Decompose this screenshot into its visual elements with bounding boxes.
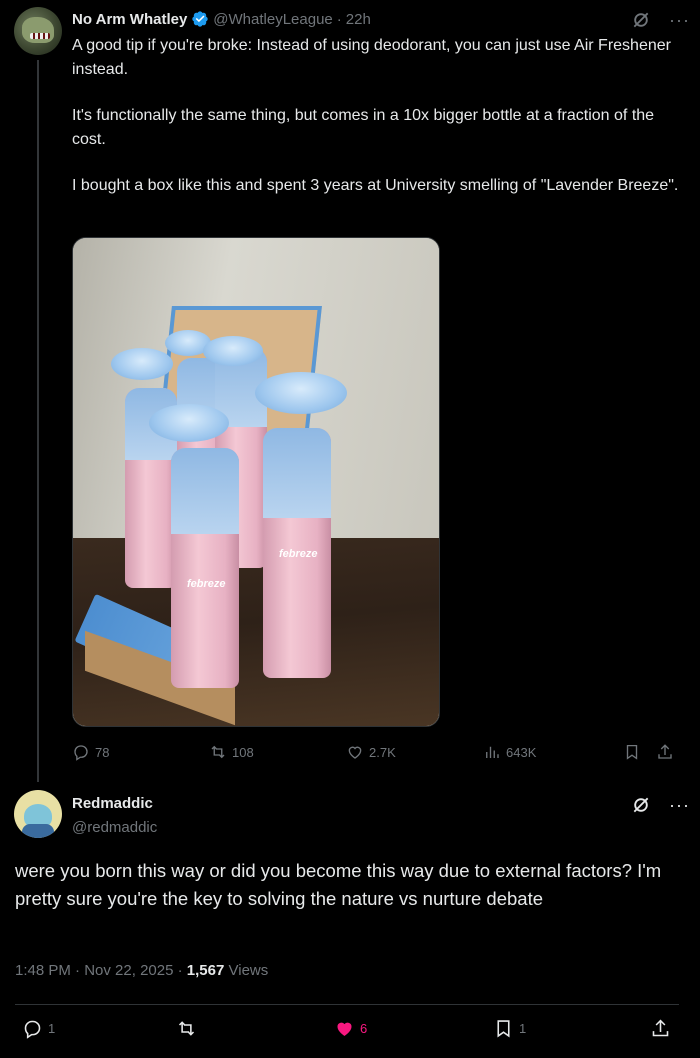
share-icon xyxy=(652,1019,669,1037)
bookmark-button[interactable]: 1 xyxy=(493,1018,526,1039)
repost-button[interactable] xyxy=(176,1018,197,1039)
reply-author-handle[interactable]: @redmaddic xyxy=(72,819,157,836)
author-handle[interactable]: @WhatleyLeague xyxy=(213,11,332,28)
more-icon[interactable]: ··· xyxy=(669,796,690,814)
heart-icon xyxy=(348,746,362,759)
views-button[interactable]: 643K xyxy=(483,743,536,761)
reply-views-count: 1,567 xyxy=(186,962,225,979)
reply-views-label: Views xyxy=(228,962,269,979)
reply-button[interactable]: 1 xyxy=(22,1018,55,1039)
reply-count: 78 xyxy=(95,744,110,760)
bookmark-icon xyxy=(497,1020,510,1038)
reply-date[interactable]: Nov 22, 2025 xyxy=(84,962,173,979)
bookmark-icon xyxy=(626,744,638,760)
repost-icon xyxy=(211,745,225,759)
author-name[interactable]: No Arm Whatley xyxy=(72,11,187,28)
repost-icon xyxy=(178,1021,195,1036)
tweet-action-bar: 78 108 2.7K 643K xyxy=(72,743,682,763)
reply-time[interactable]: 1:48 PM xyxy=(15,962,71,979)
reply-icon xyxy=(24,1020,41,1039)
tweet-paragraph: It's functionally the same thing, but co… xyxy=(72,107,655,148)
views-count: 643K xyxy=(506,744,537,760)
share-button[interactable] xyxy=(656,743,674,761)
tweet-paragraph: I bought a box like this and spent 3 yea… xyxy=(72,177,679,194)
image-brand-text: febreze xyxy=(187,578,226,590)
tweet-top-icons: ··· xyxy=(631,10,690,30)
thread-line xyxy=(37,60,39,782)
reply-author-name[interactable]: Redmaddic xyxy=(72,795,153,812)
grok-icon[interactable] xyxy=(631,10,651,30)
like-count: 2.7K xyxy=(369,744,396,760)
reply-count: 1 xyxy=(48,1021,56,1036)
grok-icon[interactable] xyxy=(631,795,651,815)
divider xyxy=(15,1004,679,1005)
author-avatar[interactable] xyxy=(14,7,62,55)
like-button[interactable]: 6 xyxy=(334,1018,367,1039)
reply-author-avatar[interactable] xyxy=(14,790,62,838)
repost-count: 108 xyxy=(232,744,254,760)
tweet-header: No Arm Whatley @WhatleyLeague · 22h xyxy=(72,10,371,28)
reply-meta: 1:48 PM · Nov 22, 2025 · 1,567 Views xyxy=(15,962,268,979)
tweet-photo[interactable]: febreze febreze xyxy=(72,237,440,727)
reply-text: were you born this way or did you become… xyxy=(15,860,662,909)
more-icon[interactable]: ··· xyxy=(669,11,690,29)
separator-dot: · xyxy=(177,962,183,979)
separator-dot: · xyxy=(75,962,81,979)
reply-button[interactable]: 78 xyxy=(72,743,109,761)
share-button[interactable] xyxy=(650,1018,671,1039)
reply-action-bar: 1 6 1 xyxy=(0,1018,700,1042)
separator-dot: · xyxy=(336,10,342,28)
views-icon xyxy=(486,746,499,758)
like-count: 6 xyxy=(360,1021,368,1036)
share-icon xyxy=(658,744,672,759)
verified-badge-icon xyxy=(192,11,208,27)
bookmark-count: 1 xyxy=(519,1021,527,1036)
repost-button[interactable]: 108 xyxy=(209,743,254,761)
tweet-text: A good tip if you're broke: Instead of u… xyxy=(72,34,682,221)
reply-top-icons: ··· xyxy=(631,795,690,815)
image-brand-text: febreze xyxy=(279,548,318,560)
tweet-time[interactable]: 22h xyxy=(346,11,371,28)
bookmark-button[interactable] xyxy=(623,743,641,761)
heart-icon xyxy=(337,1022,352,1036)
reply-icon xyxy=(74,745,88,761)
tweet-paragraph: A good tip if you're broke: Instead of u… xyxy=(72,37,671,78)
like-button[interactable]: 2.7K xyxy=(346,743,396,761)
